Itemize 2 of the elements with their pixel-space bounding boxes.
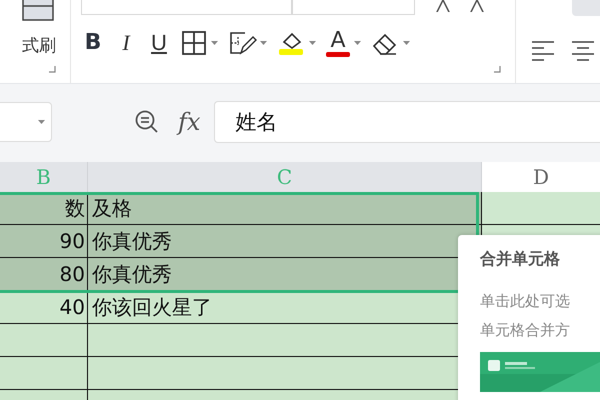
tooltip-title: 合并单元格 xyxy=(480,249,561,270)
tooltip-text: 单击此处可选 单元格合并方 xyxy=(480,291,571,341)
